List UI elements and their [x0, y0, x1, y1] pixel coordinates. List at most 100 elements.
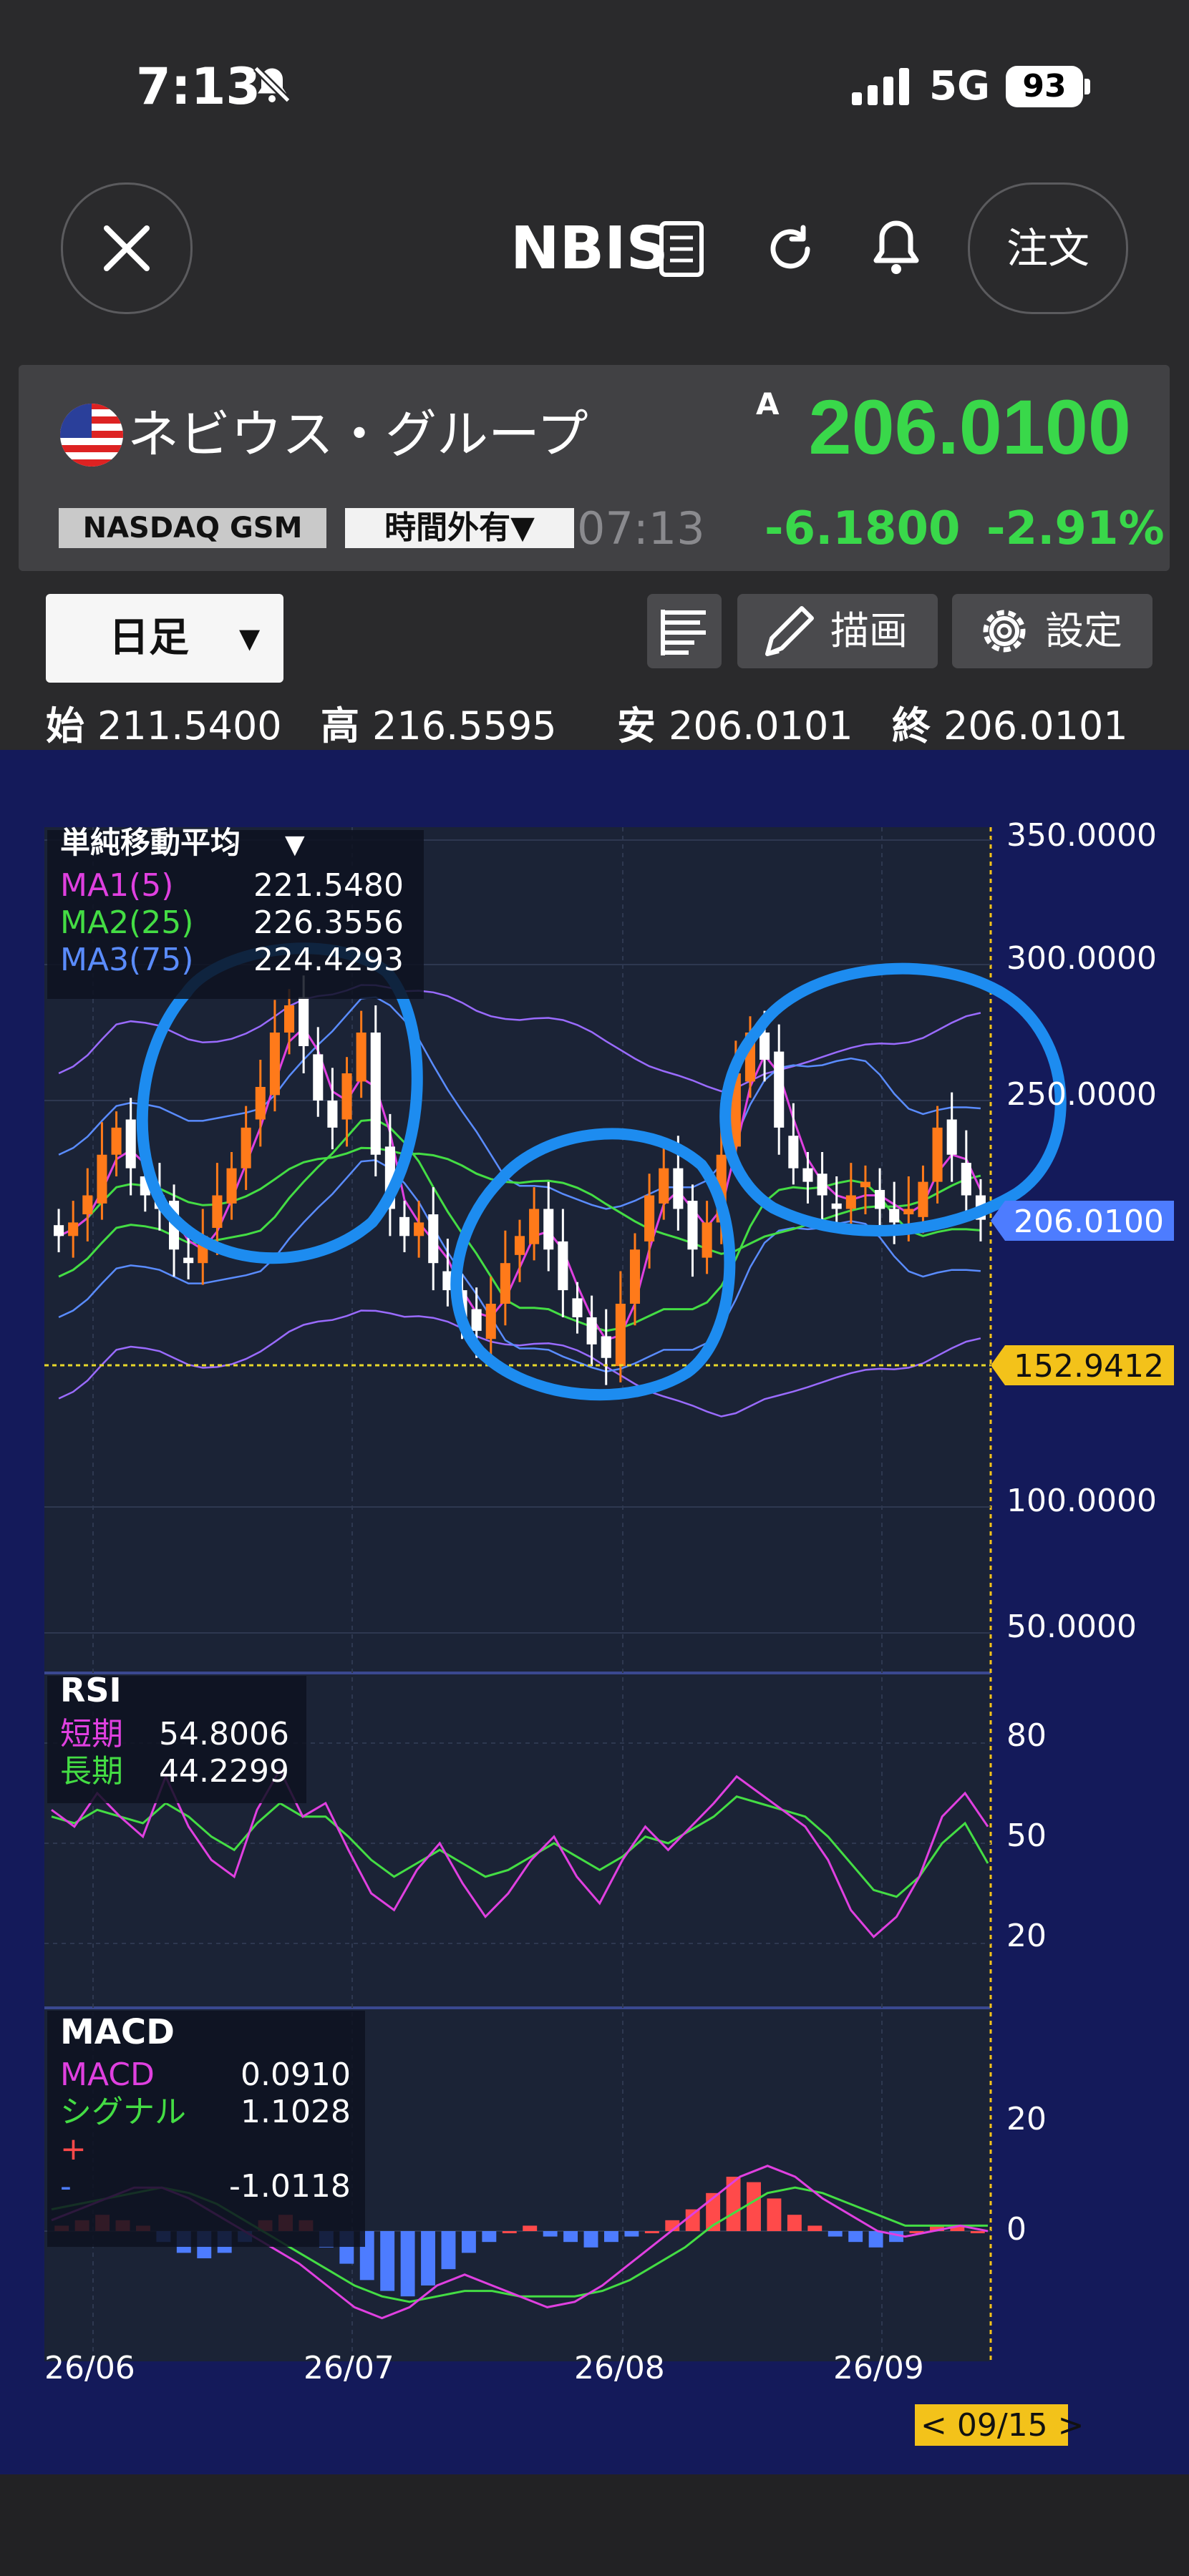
- signal-icon: [852, 68, 909, 105]
- bottom-bar: [0, 2474, 1189, 2576]
- open-value: 211.5400: [97, 703, 282, 748]
- rsi-axis-label: 50: [1006, 1818, 1047, 1854]
- signal-value: 1.1028: [241, 2094, 351, 2130]
- candle-body: [514, 1236, 525, 1255]
- candle-body: [428, 1214, 439, 1264]
- hist-plus-label: +: [60, 2131, 87, 2167]
- ma1-label: MA1(5): [60, 867, 173, 904]
- refresh-icon[interactable]: [763, 222, 817, 276]
- macd-histogram-bar: [624, 2231, 639, 2237]
- ohlc-open: 始 211.5400: [46, 694, 282, 751]
- price-axis-label: 350.0000: [1006, 817, 1157, 854]
- candle-body: [903, 1209, 914, 1215]
- candle-body: [673, 1168, 684, 1209]
- candle-body: [759, 1033, 770, 1060]
- nav-bar: NBIS 注文: [0, 165, 1189, 343]
- candle-body: [125, 1119, 136, 1169]
- draw-button[interactable]: 描画: [737, 594, 938, 668]
- low-value: 206.0101: [669, 703, 853, 748]
- price-axis-label: 250.0000: [1006, 1076, 1157, 1113]
- high-value: 216.5595: [372, 703, 557, 748]
- macd-histogram-bar: [441, 2231, 456, 2270]
- candle-body: [817, 1174, 828, 1196]
- battery-tip: [1084, 79, 1090, 94]
- hist-value: -1.0118: [229, 2168, 351, 2205]
- us-flag-icon: [60, 404, 123, 467]
- candle-body: [299, 997, 309, 1046]
- macd-histogram-bar: [848, 2231, 863, 2243]
- close-label: 終: [892, 703, 931, 748]
- cursor-date[interactable]: < 09/15 >: [921, 2407, 1084, 2444]
- candle-body: [558, 1241, 568, 1291]
- candle-body: [313, 1054, 324, 1101]
- candle-body: [82, 1195, 93, 1215]
- macd-histogram-bar: [583, 2231, 598, 2248]
- candle-body: [788, 1136, 799, 1169]
- macd-histogram-bar: [828, 2231, 843, 2237]
- macd-histogram-bar: [461, 2231, 476, 2253]
- candle-body: [932, 1127, 943, 1182]
- company-name: ネビウス・グループ: [127, 404, 588, 464]
- status-bar: 7:13 5G 93: [0, 0, 1189, 165]
- rsi-axis-label: 80: [1006, 1717, 1047, 1754]
- candle-body: [54, 1225, 64, 1236]
- candle-body: [702, 1222, 712, 1258]
- session-dropdown[interactable]: 時間外有▼: [345, 508, 574, 548]
- draw-label: 描画: [830, 608, 908, 653]
- macd-histogram-bar: [604, 2231, 618, 2243]
- chart-area[interactable]: 単純移動平均 ▼ MA1(5) 221.5480 MA2(25) 226.355…: [0, 750, 1189, 2474]
- candle-body: [414, 1222, 424, 1236]
- macd-histogram-bar: [787, 2215, 802, 2231]
- macd-histogram-bar: [543, 2231, 558, 2237]
- macd-histogram-bar: [482, 2231, 497, 2243]
- list-icon: [661, 610, 706, 655]
- macd-histogram-bar: [400, 2231, 415, 2297]
- candle-body: [269, 1033, 280, 1096]
- macd-axis-label: 0: [1006, 2211, 1027, 2248]
- gear-icon: [983, 610, 1026, 653]
- price-axis-label: 300.0000: [1006, 940, 1157, 977]
- price-change: -6.1800: [765, 502, 961, 555]
- stock-chart[interactable]: 単純移動平均 ▼ MA1(5) 221.5480 MA2(25) 226.355…: [0, 750, 1189, 2474]
- rsi-title: RSI: [60, 1671, 122, 1709]
- rsi-axis-label: 20: [1006, 1918, 1047, 1954]
- network-label: 5G: [929, 63, 990, 109]
- bell-off-icon: [253, 65, 291, 104]
- candle-body: [68, 1222, 79, 1236]
- candle-body: [831, 1203, 842, 1209]
- ohlc-close: 終 206.0101: [892, 694, 1128, 751]
- candle-body: [659, 1168, 669, 1204]
- candle-body: [212, 1195, 223, 1228]
- candle-body: [183, 1257, 194, 1264]
- candle-body: [283, 1005, 295, 1033]
- document-icon[interactable]: [657, 220, 707, 278]
- order-button[interactable]: 注文: [968, 182, 1128, 314]
- period-dropdown[interactable]: 日足 ▼: [46, 594, 283, 683]
- candle-body: [918, 1181, 928, 1217]
- price-axis-label: 100.0000: [1006, 1483, 1157, 1519]
- candle-body: [961, 1163, 971, 1196]
- settings-button[interactable]: 設定: [952, 594, 1152, 668]
- ohlc-high: 高 216.5595: [321, 694, 557, 751]
- macd-histogram-bar: [807, 2225, 822, 2231]
- price-legend-title[interactable]: 単純移動平均: [60, 825, 241, 860]
- rsi-short-value: 54.8006: [159, 1716, 289, 1752]
- macd-histogram-bar: [644, 2231, 659, 2233]
- close-button[interactable]: [61, 182, 193, 314]
- alert-bell-icon[interactable]: [869, 218, 923, 279]
- candle-body: [543, 1209, 554, 1250]
- candle-body: [629, 1249, 641, 1304]
- session-label: 時間外有: [384, 509, 511, 546]
- x-axis-label: 26/09: [833, 2350, 924, 2386]
- candle-body: [370, 1033, 381, 1155]
- list-button[interactable]: [647, 594, 722, 668]
- macd-histogram-bar: [502, 2231, 517, 2233]
- macd-histogram-bar: [380, 2231, 395, 2291]
- macd-histogram-bar: [767, 2198, 782, 2231]
- ma3-value: 224.4293: [253, 942, 404, 978]
- candle-body: [586, 1317, 597, 1345]
- triangle-down-icon: ▼: [239, 623, 261, 654]
- candle-body: [601, 1336, 611, 1358]
- macd-axis-label: 20: [1006, 2101, 1047, 2137]
- macd-histogram-bar: [747, 2182, 761, 2231]
